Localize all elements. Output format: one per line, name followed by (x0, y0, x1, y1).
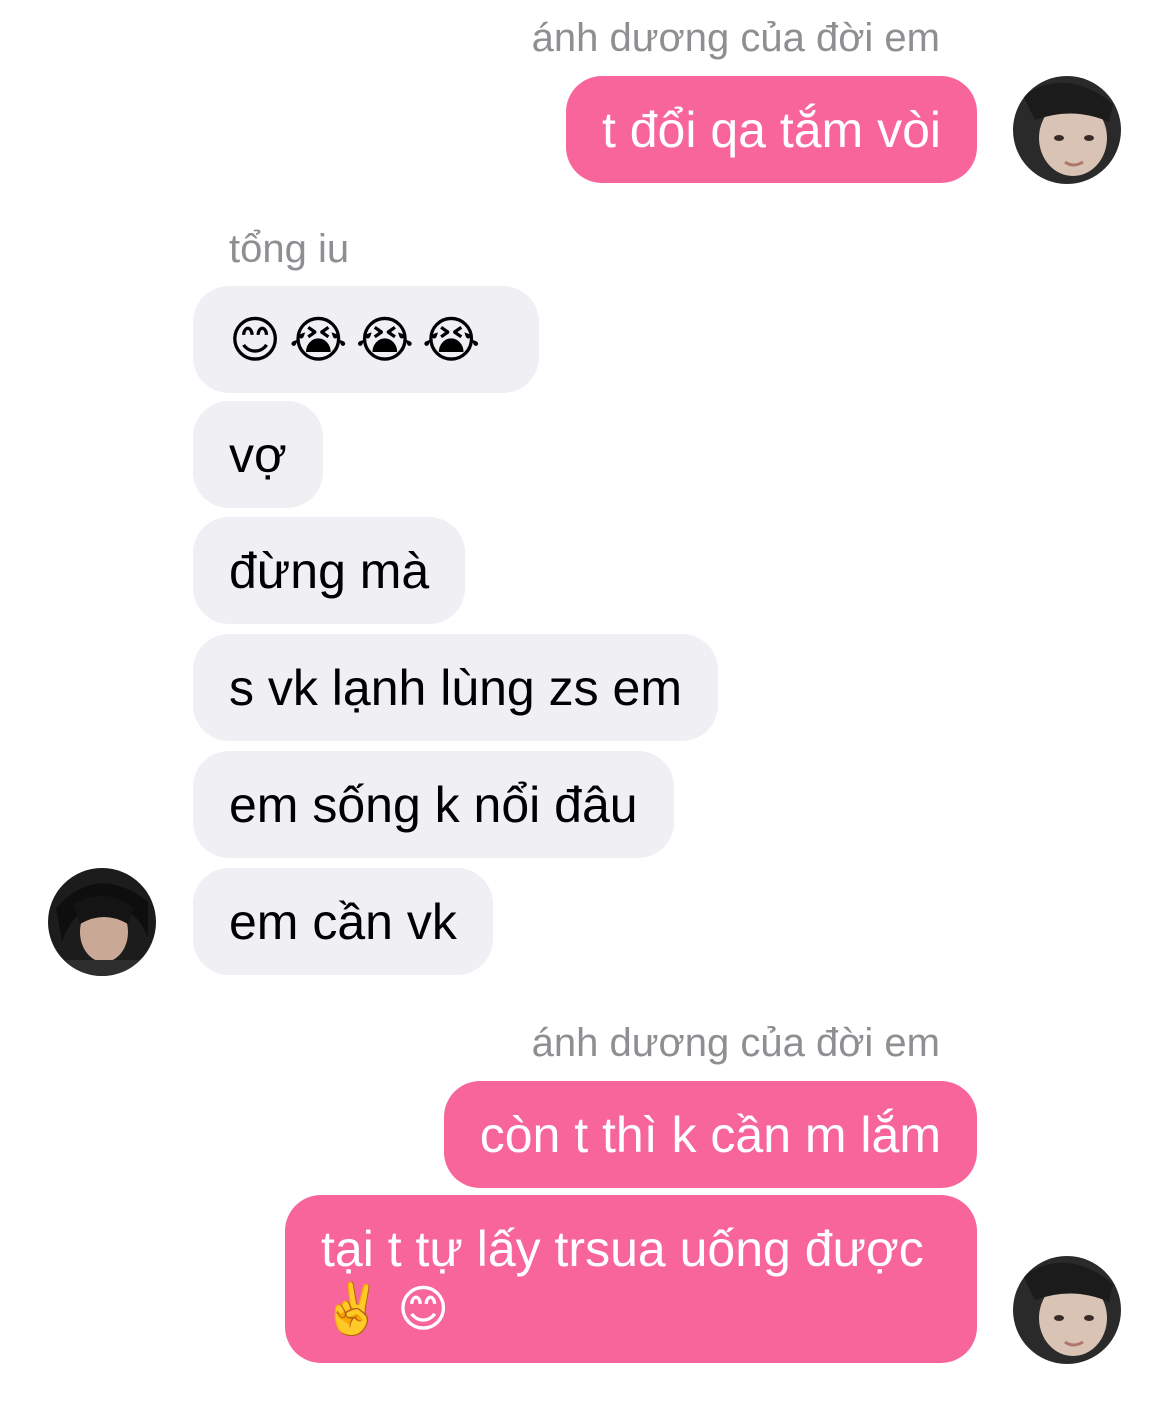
message-text: vợ (229, 427, 287, 483)
message-text: em cần vk (229, 894, 457, 950)
message-text: s vk lạnh lùng zs em (229, 660, 682, 716)
message-bubble[interactable]: còn t thì k cần m lắm (443, 1081, 977, 1188)
message-text: tại t tự lấy trsua uống được ✌️ 😊 (321, 1221, 924, 1337)
smiling-face-emoji: 😊 (229, 312, 282, 368)
avatar[interactable] (48, 868, 156, 976)
crying-face-emoji: 😭 (289, 312, 348, 368)
sender-name: ánh dương của đời em (531, 1021, 940, 1065)
sender-name: tổng iu (229, 227, 350, 271)
message-bubble-emoji[interactable]: 😊 😭 😭 😭 (193, 286, 539, 393)
message-bubble[interactable]: vợ (193, 401, 323, 508)
message-bubble[interactable]: đừng mà (193, 517, 466, 624)
crying-face-emoji: 😭 (355, 312, 414, 368)
message-text: đừng mà (229, 543, 430, 599)
message-bubble[interactable]: em cần vk (193, 868, 493, 975)
message-bubble[interactable]: t đổi qa tắm vòi (565, 76, 977, 183)
message-text: còn t thì k cần m lắm (479, 1107, 941, 1163)
crying-face-emoji: 😭 (422, 312, 481, 368)
message-bubble[interactable]: em sống k nổi đâu (193, 751, 674, 858)
avatar[interactable] (1013, 1256, 1121, 1364)
sender-name: ánh dương của đời em (531, 16, 940, 60)
avatar[interactable] (1013, 76, 1121, 184)
message-text: em sống k nổi đâu (229, 777, 638, 833)
message-bubble[interactable]: tại t tự lấy trsua uống được ✌️ 😊 (285, 1195, 977, 1363)
message-text: t đổi qa tắm vòi (601, 102, 941, 158)
message-bubble[interactable]: s vk lạnh lùng zs em (193, 634, 718, 741)
